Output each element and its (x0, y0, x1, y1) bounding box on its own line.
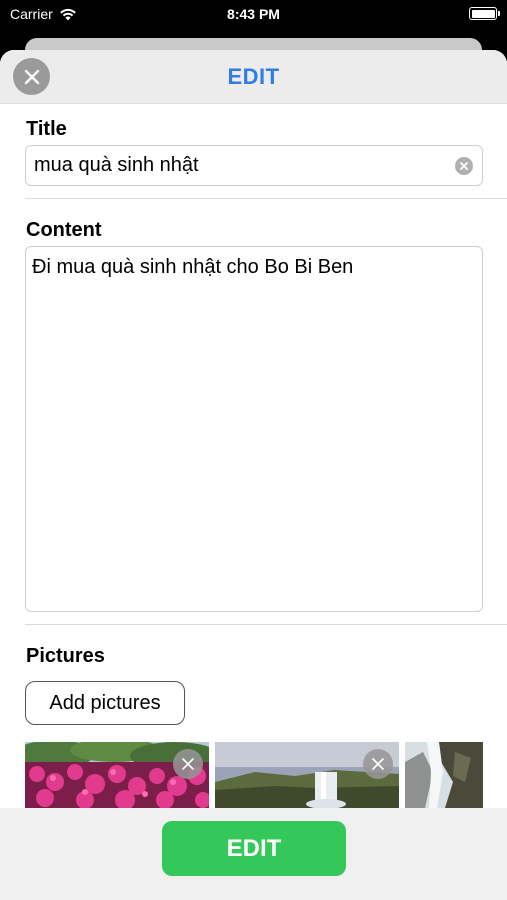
content-field[interactable]: Đi mua quà sinh nhật cho Bo Bi Ben (25, 246, 483, 612)
content-textarea[interactable]: Đi mua quà sinh nhật cho Bo Bi Ben (32, 255, 476, 603)
sheet-header: EDIT (0, 50, 507, 104)
remove-picture-button[interactable] (173, 749, 203, 779)
waterfall-rocks-photo (405, 742, 483, 808)
picture-thumbnail[interactable] (25, 742, 209, 808)
content-label: Content (26, 219, 102, 241)
picture-thumbnail[interactable] (215, 742, 399, 808)
title-label: Title (26, 118, 67, 140)
divider (25, 198, 507, 199)
battery-icon (469, 7, 500, 20)
title-field[interactable] (25, 145, 483, 186)
close-icon (372, 758, 384, 770)
status-bar: Carrier 8:43 PM (0, 0, 507, 30)
divider (25, 624, 507, 625)
close-icon (182, 758, 194, 770)
bottom-action-bar: EDIT (0, 808, 507, 900)
add-pictures-button[interactable]: Add pictures (25, 681, 185, 725)
pictures-label: Pictures (26, 645, 105, 667)
status-time: 8:43 PM (227, 6, 280, 22)
picture-thumbnail[interactable] (405, 742, 483, 808)
clear-text-button[interactable] (455, 157, 473, 175)
clear-icon (460, 162, 468, 170)
edit-sheet: EDIT Title Content Đi mua quà sinh nhật … (0, 50, 507, 900)
title-input[interactable] (34, 146, 444, 185)
edit-button[interactable]: EDIT (162, 821, 346, 876)
remove-picture-button[interactable] (363, 749, 393, 779)
page-title: EDIT (227, 64, 280, 89)
